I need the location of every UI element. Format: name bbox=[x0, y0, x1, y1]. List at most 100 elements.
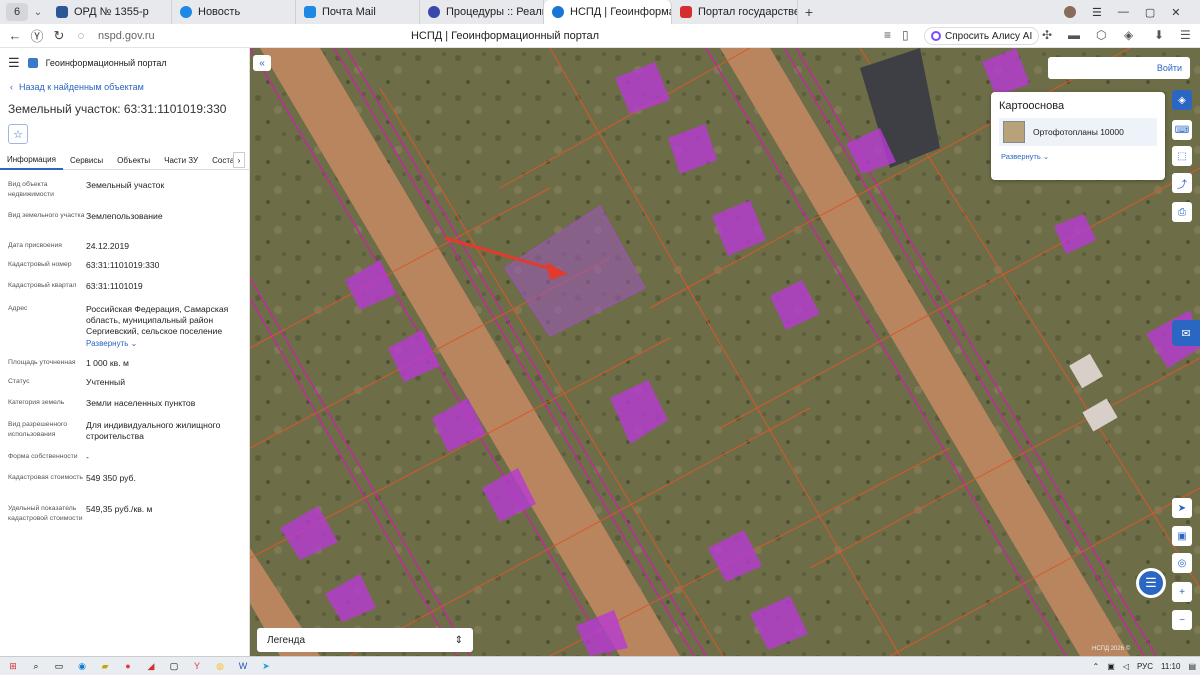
map-canvas[interactable]: « Войти Картооснова Ортофотопланы 10000 … bbox=[250, 48, 1200, 656]
basemap-item[interactable]: Ортофотопланы 10000 bbox=[999, 118, 1157, 146]
tab-count-badge[interactable]: 6 bbox=[6, 3, 28, 21]
favorite-button[interactable]: ☆ bbox=[8, 124, 28, 144]
alice-button[interactable]: Спросить Алису AI bbox=[924, 27, 1040, 45]
property-value: - bbox=[86, 452, 89, 462]
object-title: Земельный участок: 63:31:1101019:330 bbox=[8, 102, 227, 116]
reload-icon[interactable]: ↻ bbox=[48, 28, 70, 44]
browser-tab[interactable]: Процедуры :: Реализаци bbox=[420, 0, 544, 24]
property-row: Площадь уточненная 1 000 кв. м bbox=[8, 358, 248, 369]
property-row: Вид объекта недвижимости Земельный участ… bbox=[8, 180, 248, 200]
clock[interactable]: 11:10 bbox=[1161, 662, 1180, 671]
network-icon[interactable]: ▣ bbox=[1107, 662, 1115, 671]
locate-icon-button[interactable]: ➤ bbox=[1172, 498, 1192, 518]
yandex-browser-icon[interactable]: ● bbox=[118, 659, 138, 673]
url-text[interactable]: nspd.gov.ru bbox=[98, 30, 155, 42]
alice-icon bbox=[931, 31, 941, 41]
property-row-address: Адрес Российская Федерация, Самарская об… bbox=[8, 304, 248, 348]
basemap-expand-link[interactable]: Развернуть ⌄ bbox=[1001, 152, 1165, 161]
property-key: Дата присвоения bbox=[8, 242, 62, 249]
tab-services[interactable]: Сервисы bbox=[63, 152, 110, 170]
tabs-scroll-right-button[interactable]: › bbox=[233, 152, 245, 168]
edge-icon[interactable]: ◉ bbox=[72, 659, 92, 673]
task-view-icon[interactable]: ▭ bbox=[49, 659, 69, 673]
share-icon-button[interactable]: ⤴ bbox=[1172, 173, 1192, 193]
maximize-icon[interactable]: ▢ bbox=[1145, 6, 1155, 19]
browser-tab-active[interactable]: НСПД | Геоинформаци ✕ bbox=[544, 0, 672, 24]
telegram-icon[interactable]: ➤ bbox=[256, 659, 276, 673]
site-info-icon[interactable]: ◌ bbox=[70, 30, 92, 42]
sidebar-tabs: Информация Сервисы Объекты Части ЗУ Сост… bbox=[0, 152, 249, 170]
browser-tab[interactable]: ОРД № 1355-р bbox=[48, 0, 172, 24]
search-icon[interactable]: ⌕ bbox=[26, 659, 46, 673]
new-tab-button[interactable]: + bbox=[798, 4, 820, 20]
word-icon[interactable]: W bbox=[233, 659, 253, 673]
back-to-results-link[interactable]: ‹ Назад к найденным объектам bbox=[0, 78, 249, 96]
volume-icon[interactable]: ◁ bbox=[1123, 662, 1129, 671]
property-value: Землепользование bbox=[86, 211, 163, 221]
tab-favicon-icon bbox=[304, 6, 316, 18]
property-key: Кадастровая стоимость bbox=[8, 474, 83, 481]
star-icon: ☆ bbox=[13, 128, 23, 141]
chevron-down-icon[interactable]: ⌄ bbox=[28, 7, 48, 18]
profile-avatar-icon[interactable] bbox=[1064, 6, 1076, 18]
map-copyright: НСПД 2026 © bbox=[1092, 646, 1131, 652]
collapse-panel-button[interactable]: « bbox=[253, 55, 271, 71]
property-value: Земельный участок bbox=[86, 180, 165, 190]
minimize-icon[interactable]: — bbox=[1118, 6, 1129, 18]
back-arrow-icon[interactable]: ← bbox=[4, 28, 26, 43]
bookmarks-icon[interactable]: ☰ bbox=[1092, 6, 1102, 19]
zoom-out-button[interactable]: − bbox=[1172, 610, 1192, 630]
downloads-icon[interactable]: ⬇ bbox=[1154, 28, 1164, 42]
property-value: 549 350 руб. bbox=[86, 473, 136, 483]
menu-icon[interactable]: ☰ bbox=[1180, 28, 1191, 42]
portal-name: Геоинформационный портал bbox=[45, 58, 167, 68]
windows-start-icon[interactable]: ⊞ bbox=[3, 659, 23, 673]
tab-objects[interactable]: Объекты bbox=[110, 152, 157, 170]
chat-bubble-button[interactable]: ☰ bbox=[1136, 568, 1166, 598]
hamburger-icon[interactable]: ☰ bbox=[8, 55, 20, 71]
extension-icon[interactable]: ▬ bbox=[1068, 28, 1080, 42]
browser-tab[interactable]: Новость bbox=[172, 0, 296, 24]
address-bar: ← Ⓨ ↻ ◌ nspd.gov.ru НСПД | Геоинформацио… bbox=[0, 24, 1200, 48]
tab-info[interactable]: Информация bbox=[0, 152, 63, 170]
close-window-icon[interactable]: ✕ bbox=[1171, 6, 1180, 19]
extension-icon[interactable]: ◈ bbox=[1124, 28, 1133, 42]
legend-dropdown[interactable]: Легенда ⇕ bbox=[257, 628, 473, 652]
tab-parts[interactable]: Части ЗУ bbox=[157, 152, 205, 170]
print-icon-button[interactable]: ⎙ bbox=[1172, 202, 1192, 222]
browser-tab[interactable]: Почта Mail bbox=[296, 0, 420, 24]
login-button[interactable]: Войти bbox=[1048, 57, 1190, 79]
property-row: Вид разрешенного использования Для индив… bbox=[8, 420, 248, 442]
property-row: Категория земель Земли населенных пункто… bbox=[8, 398, 248, 409]
puzzle-icon[interactable]: ⬡ bbox=[1096, 28, 1106, 42]
address-expand-link[interactable]: Развернуть ⌄ bbox=[86, 339, 236, 348]
property-value: Учтенный bbox=[86, 377, 126, 387]
portal-header: ☰ Геоинформационный портал bbox=[0, 48, 249, 78]
language-indicator[interactable]: РУС bbox=[1137, 662, 1153, 671]
property-value: 24.12.2019 bbox=[86, 241, 130, 251]
chevron-up-icon[interactable]: ⌃ bbox=[1093, 662, 1100, 671]
notifications-icon[interactable]: ▤ bbox=[1188, 662, 1196, 671]
chat-side-button[interactable]: ✉ bbox=[1172, 320, 1200, 346]
zoom-in-button[interactable]: + bbox=[1172, 582, 1192, 602]
keyboard-tool-button[interactable]: ⌨ bbox=[1172, 120, 1192, 140]
property-row: Кадастровый номер 63:31:1101019:330 bbox=[8, 260, 248, 271]
menu-icon[interactable]: ≡ bbox=[884, 28, 891, 42]
layers-tool-button[interactable]: ◈ bbox=[1172, 90, 1192, 110]
basemap-item-label: Ортофотопланы 10000 bbox=[1033, 127, 1124, 137]
extension-icon[interactable]: ✣ bbox=[1042, 28, 1052, 42]
property-value: Для индивидуального жилищного строительс… bbox=[86, 420, 221, 441]
chrome-icon[interactable]: ◍ bbox=[210, 659, 230, 673]
compass-icon-button[interactable]: ◎ bbox=[1172, 553, 1192, 573]
explorer-icon[interactable]: ▰ bbox=[95, 659, 115, 673]
minimap-icon-button[interactable]: ▣ bbox=[1172, 526, 1192, 546]
yandex-icon[interactable]: Y bbox=[187, 659, 207, 673]
bookmark-icon[interactable]: ▯ bbox=[902, 28, 909, 42]
property-key: Кадастровый квартал bbox=[8, 282, 77, 289]
tab-favicon-icon bbox=[428, 6, 440, 18]
acrobat-icon[interactable]: ◢ bbox=[141, 659, 161, 673]
yandex-icon[interactable]: Ⓨ bbox=[26, 26, 48, 45]
browser-tab[interactable]: Портал государственных bbox=[672, 0, 798, 24]
select-area-tool-button[interactable]: ⬚ bbox=[1172, 146, 1192, 166]
notepad-icon[interactable]: ▢ bbox=[164, 659, 184, 673]
